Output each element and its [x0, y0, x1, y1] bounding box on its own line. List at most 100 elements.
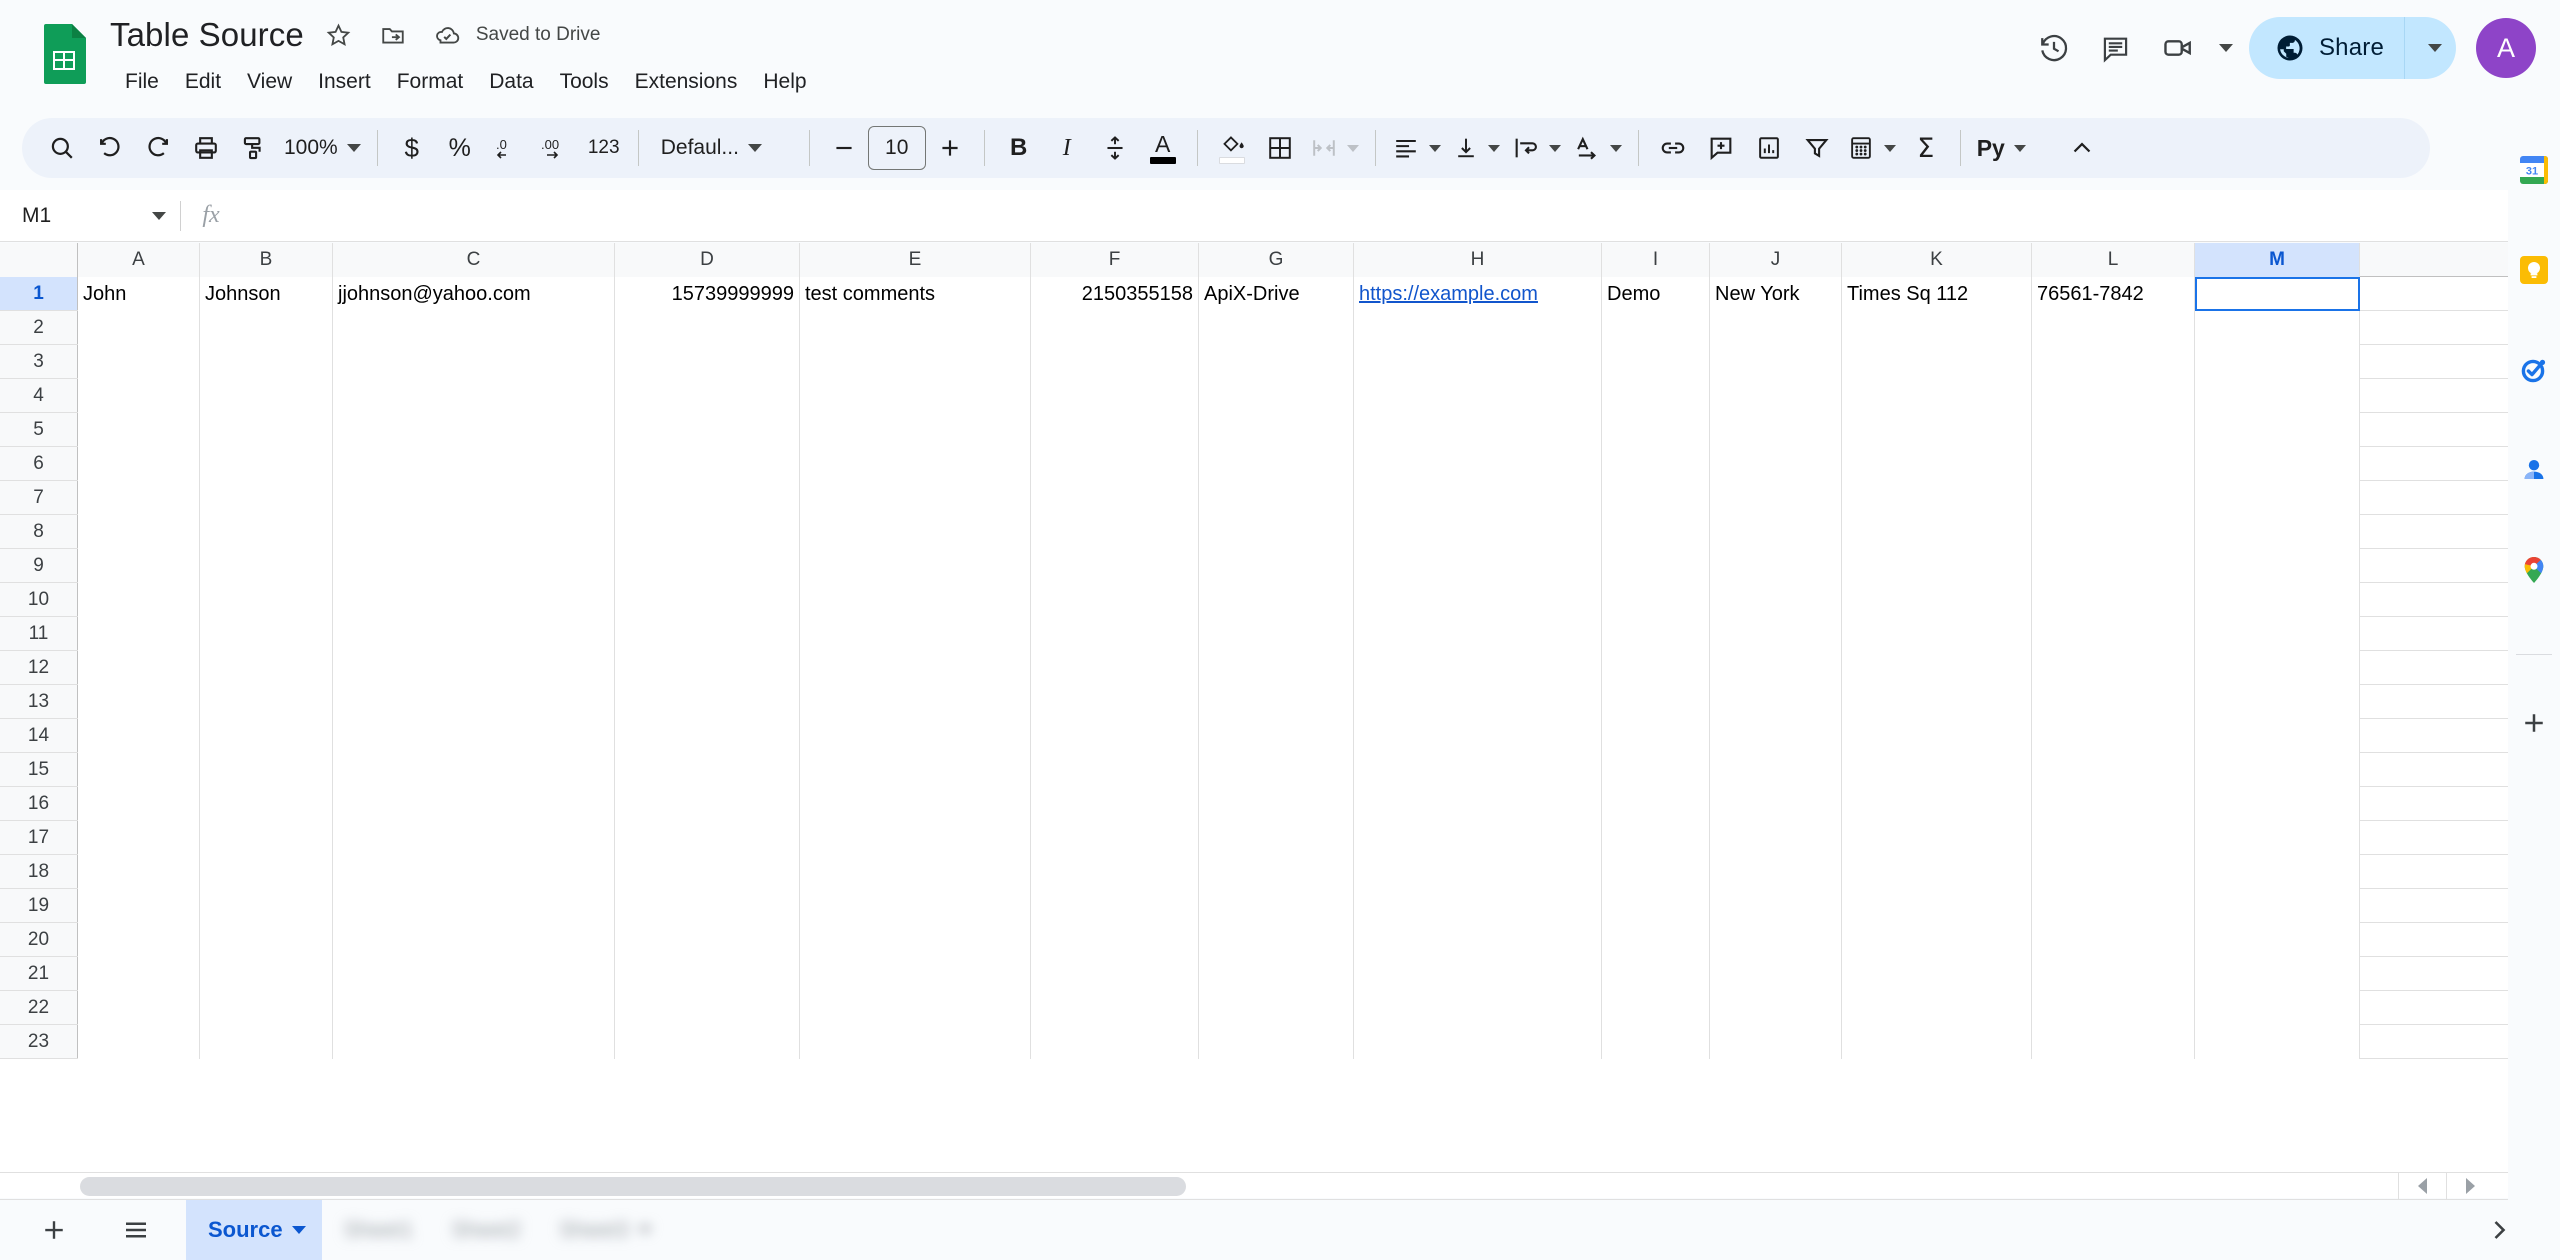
cell-D13[interactable]: [615, 685, 800, 719]
cell-I17[interactable]: [1602, 821, 1710, 855]
cell-L10[interactable]: [2032, 583, 2195, 617]
text-rotation-icon[interactable]: [1567, 124, 1628, 172]
cell-J9[interactable]: [1710, 549, 1842, 583]
decrease-font-size-button[interactable]: [820, 124, 868, 172]
cell-A16[interactable]: [78, 787, 200, 821]
cell-C20[interactable]: [333, 923, 615, 957]
cell-A21[interactable]: [78, 957, 200, 991]
cell-I9[interactable]: [1602, 549, 1710, 583]
cell-G22[interactable]: [1199, 991, 1354, 1025]
cell-K6[interactable]: [1842, 447, 2032, 481]
cell-C3[interactable]: [333, 345, 615, 379]
font-family-selector[interactable]: Defaul...: [649, 124, 799, 172]
cell-L18[interactable]: [2032, 855, 2195, 889]
python-button[interactable]: Py: [1971, 124, 2032, 172]
column-header-j[interactable]: J: [1710, 243, 1842, 277]
cell-L21[interactable]: [2032, 957, 2195, 991]
page-title[interactable]: Table Source: [110, 16, 304, 54]
undo-icon[interactable]: [86, 124, 134, 172]
cell-D8[interactable]: [615, 515, 800, 549]
cell-G7[interactable]: [1199, 481, 1354, 515]
row-header-15[interactable]: 15: [0, 753, 78, 786]
cell-G16[interactable]: [1199, 787, 1354, 821]
cell-E15[interactable]: [800, 753, 1031, 787]
merge-cells-icon[interactable]: [1304, 124, 1365, 172]
cell-G4[interactable]: [1199, 379, 1354, 413]
sheet-tab-chevron-down-icon[interactable]: [637, 1226, 652, 1234]
sum-sigma-icon[interactable]: Σ: [1902, 124, 1950, 172]
row-header-10[interactable]: 10: [0, 583, 78, 616]
cell-H10[interactable]: [1354, 583, 1602, 617]
row-header-1[interactable]: 1: [0, 277, 78, 310]
cell-I10[interactable]: [1602, 583, 1710, 617]
cell-C21[interactable]: [333, 957, 615, 991]
cell-D6[interactable]: [615, 447, 800, 481]
cell-C8[interactable]: [333, 515, 615, 549]
cell-M1[interactable]: [2195, 277, 2360, 311]
cell-B7[interactable]: [200, 481, 333, 515]
cell-L7[interactable]: [2032, 481, 2195, 515]
all-sheets-menu-icon[interactable]: [108, 1202, 164, 1258]
cell-E12[interactable]: [800, 651, 1031, 685]
cell-J1[interactable]: New York: [1710, 277, 1842, 311]
cell-M19[interactable]: [2195, 889, 2360, 923]
cell-L15[interactable]: [2032, 753, 2195, 787]
cell-K4[interactable]: [1842, 379, 2032, 413]
row-header-9[interactable]: 9: [0, 549, 78, 582]
cell-F18[interactable]: [1031, 855, 1199, 889]
cell-F13[interactable]: [1031, 685, 1199, 719]
cell-F1[interactable]: 2150355158: [1031, 277, 1199, 311]
cell-A8[interactable]: [78, 515, 200, 549]
cell-J17[interactable]: [1710, 821, 1842, 855]
cell-I19[interactable]: [1602, 889, 1710, 923]
cell-D2[interactable]: [615, 311, 800, 345]
text-wrap-icon[interactable]: [1506, 124, 1567, 172]
cell-K21[interactable]: [1842, 957, 2032, 991]
cell-J10[interactable]: [1710, 583, 1842, 617]
cell-K19[interactable]: [1842, 889, 2032, 923]
cell-D10[interactable]: [615, 583, 800, 617]
google-keep-icon[interactable]: [2512, 248, 2556, 292]
cell-K13[interactable]: [1842, 685, 2032, 719]
cell-G8[interactable]: [1199, 515, 1354, 549]
sheet-tab-chevron-down-icon[interactable]: [291, 1226, 306, 1234]
cell-C2[interactable]: [333, 311, 615, 345]
cell-J8[interactable]: [1710, 515, 1842, 549]
cell-C9[interactable]: [333, 549, 615, 583]
row-header-14[interactable]: 14: [0, 719, 78, 752]
cell-D5[interactable]: [615, 413, 800, 447]
cell-J2[interactable]: [1710, 311, 1842, 345]
cell-M14[interactable]: [2195, 719, 2360, 753]
row-header-18[interactable]: 18: [0, 855, 78, 888]
cell-K2[interactable]: [1842, 311, 2032, 345]
cell-E20[interactable]: [800, 923, 1031, 957]
cell-A23[interactable]: [78, 1025, 200, 1059]
cell-D12[interactable]: [615, 651, 800, 685]
cell-B11[interactable]: [200, 617, 333, 651]
cell-J16[interactable]: [1710, 787, 1842, 821]
cell-C13[interactable]: [333, 685, 615, 719]
cell-C16[interactable]: [333, 787, 615, 821]
cell-G15[interactable]: [1199, 753, 1354, 787]
cell-H4[interactable]: [1354, 379, 1602, 413]
column-header-h[interactable]: H: [1354, 243, 1602, 277]
insert-comment-icon[interactable]: [1697, 124, 1745, 172]
cell-J15[interactable]: [1710, 753, 1842, 787]
cell-A5[interactable]: [78, 413, 200, 447]
menu-item-insert[interactable]: Insert: [305, 65, 384, 99]
add-sheet-icon[interactable]: [26, 1202, 82, 1258]
cell-B1[interactable]: Johnson: [200, 277, 333, 311]
cell-D20[interactable]: [615, 923, 800, 957]
cell-J7[interactable]: [1710, 481, 1842, 515]
collapse-toolbar-chevron-up-icon[interactable]: [2058, 124, 2106, 172]
cell-B4[interactable]: [200, 379, 333, 413]
column-header-g[interactable]: G: [1199, 243, 1354, 277]
cell-K5[interactable]: [1842, 413, 2032, 447]
cell-L19[interactable]: [2032, 889, 2195, 923]
cell-F7[interactable]: [1031, 481, 1199, 515]
sheets-logo-icon[interactable]: [32, 22, 94, 84]
italic-button[interactable]: I: [1043, 124, 1091, 172]
cell-M3[interactable]: [2195, 345, 2360, 379]
cell-B18[interactable]: [200, 855, 333, 889]
cell-K20[interactable]: [1842, 923, 2032, 957]
